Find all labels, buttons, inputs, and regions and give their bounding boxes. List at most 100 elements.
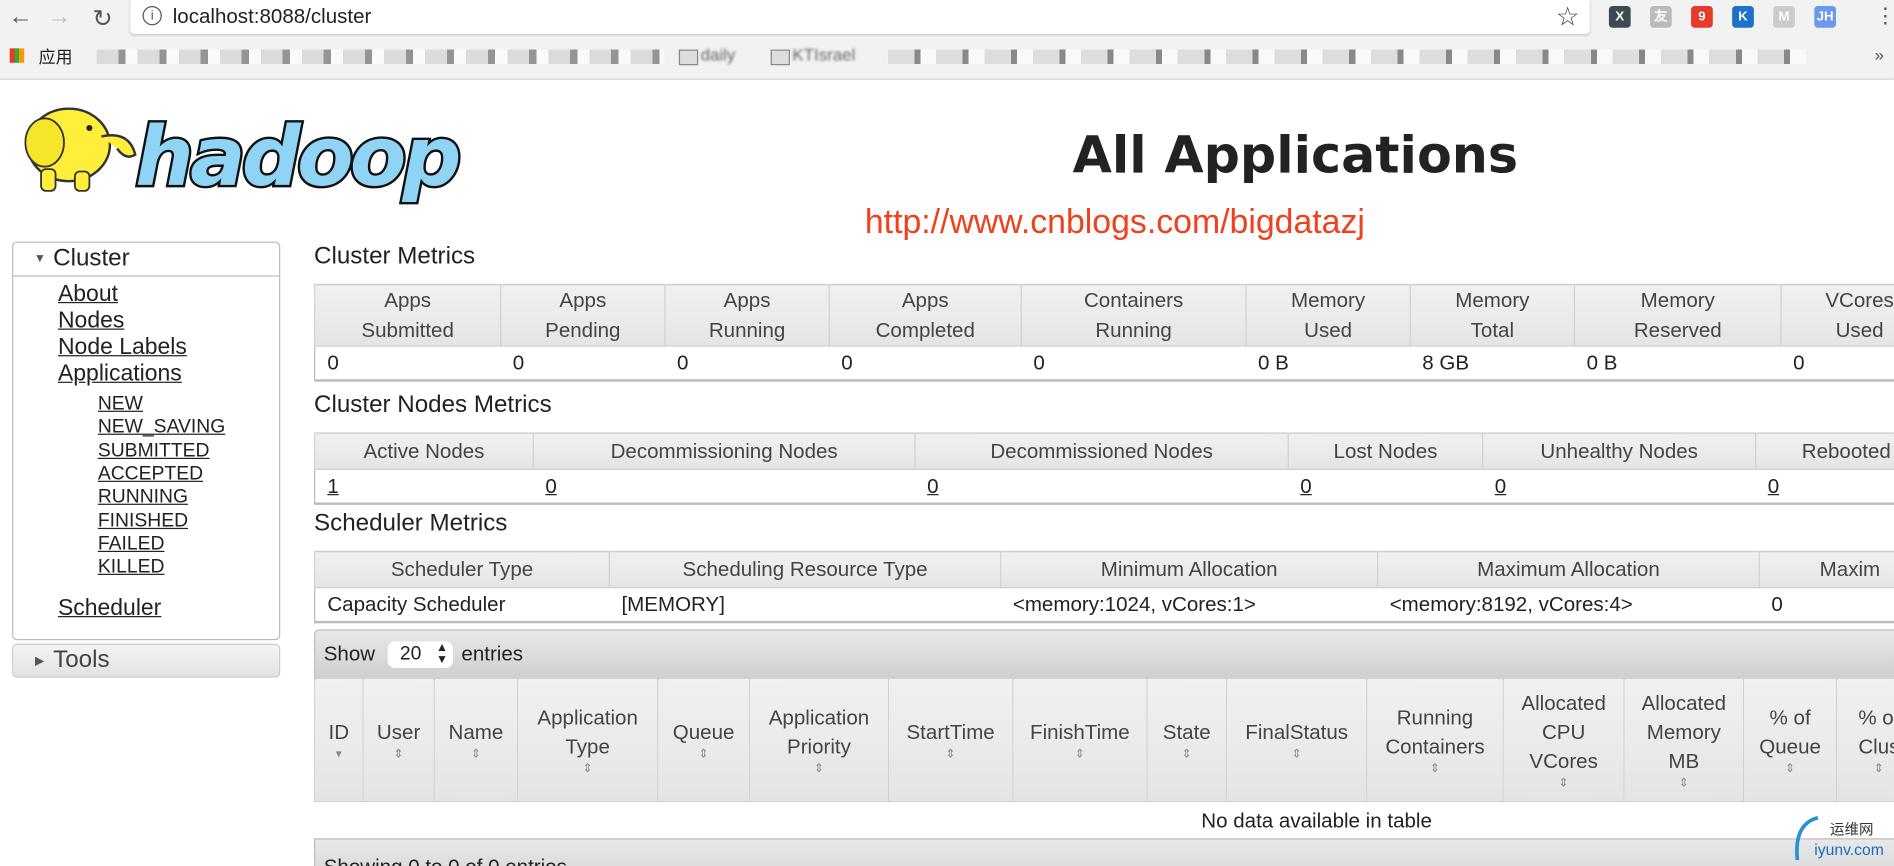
reload-icon[interactable]: ↻ [88, 4, 117, 34]
menu-icon[interactable]: ⋮ [1875, 4, 1894, 29]
cluster-metrics-title: Cluster Metrics [314, 242, 476, 270]
sidebar-link-finished[interactable]: FINISHED [98, 510, 188, 532]
tools-section-header[interactable]: ▶ Tools [12, 643, 281, 678]
apps-grid-icon[interactable] [9, 48, 25, 63]
column-header: Minimum Allocation [1000, 551, 1379, 589]
column-header-state[interactable]: State ⇕ [1146, 678, 1228, 803]
sort-both-icon[interactable]: ⇕ [1018, 747, 1141, 761]
header-line: Reserved [1633, 318, 1722, 342]
column-header--of-queue[interactable]: % of Queue ⇕ [1742, 678, 1838, 803]
sort-both-icon[interactable]: ⇕ [440, 747, 512, 761]
forward-icon[interactable]: → [45, 4, 74, 32]
sort-both-icon[interactable]: ⇕ [1372, 762, 1498, 776]
red-extension-icon[interactable]: 9 [1691, 6, 1713, 28]
sidebar-link-killed[interactable]: KILLED [98, 557, 165, 579]
tools-label: Tools [53, 646, 110, 673]
sidebar-link-running[interactable]: RUNNING [98, 487, 188, 509]
header-line: Memory [1290, 288, 1366, 312]
sort-both-icon[interactable]: ⇕ [523, 762, 652, 776]
info-icon[interactable]: i [142, 6, 162, 26]
back-icon[interactable]: ← [6, 4, 35, 32]
bookmark-star-icon[interactable]: ☆ [1556, 1, 1580, 32]
bookmark-daily[interactable]: daily [701, 45, 736, 64]
column-header-application-priority[interactable]: Application Priority ⇕ [748, 678, 890, 803]
column-header-allocated-cpu-vcores[interactable]: Allocated CPU VCores ⇕ [1502, 678, 1625, 803]
column-label: State [1162, 720, 1211, 744]
sort-both-icon[interactable]: ⇕ [368, 747, 428, 761]
column-label: Application Type [537, 706, 638, 758]
header-line: Pending [545, 318, 621, 342]
sort-both-icon[interactable]: ⇕ [1842, 762, 1894, 776]
sort-both-icon[interactable]: ⇕ [755, 762, 883, 776]
sort-both-icon[interactable]: ⇕ [1749, 762, 1831, 776]
header-line: Used [1304, 318, 1353, 342]
column-header: VCores Used [1780, 284, 1894, 347]
node-count-link[interactable]: 1 [327, 475, 338, 498]
table-cell: [MEMORY] [609, 587, 1001, 624]
column-header-starttime[interactable]: StartTime ⇕ [887, 678, 1014, 803]
header-line: Completed [875, 318, 975, 342]
sidebar-link-accepted[interactable]: ACCEPTED [98, 464, 203, 486]
column-header-user[interactable]: User ⇕ [362, 678, 435, 803]
sidebar-link-node-labels[interactable]: Node Labels [58, 335, 187, 362]
sort-both-icon[interactable]: ⇕ [663, 747, 744, 761]
select-arrows-icon: ▲ ▼ [436, 641, 449, 667]
node-count-link[interactable]: 0 [1300, 475, 1311, 498]
sidebar-link-new[interactable]: NEW [98, 394, 143, 416]
sidebar-link-scheduler[interactable]: Scheduler [58, 595, 161, 622]
column-header-finishtime[interactable]: FinishTime ⇕ [1012, 678, 1148, 803]
column-header-name[interactable]: Name ⇕ [433, 678, 519, 803]
header-row: Active Nodes Decommissioning Nodes Decommi… [314, 433, 1894, 470]
sidebar-link-applications[interactable]: Applications [58, 361, 182, 388]
cluster-metrics-table: Apps Submitted Apps Pending Apps Running Apps C… [314, 283, 1894, 382]
node-count-link[interactable]: 0 [545, 475, 556, 498]
x-extension-icon[interactable]: X [1608, 6, 1631, 28]
node-count-link[interactable]: 0 [927, 475, 938, 498]
k-extension-icon[interactable]: K [1732, 6, 1754, 28]
column-header-allocated-memory-mb[interactable]: Allocated Memory MB ⇕ [1623, 678, 1745, 803]
sort-both-icon[interactable]: ⇕ [1152, 747, 1221, 761]
column-header: Decommissioning Nodes [532, 433, 916, 470]
sort-both-icon[interactable]: ⇕ [894, 747, 1008, 761]
more-bookmarks-icon[interactable]: » [1875, 45, 1884, 64]
sidebar-link-submitted[interactable]: SUBMITTED [98, 440, 210, 462]
jh-extension-icon[interactable]: JH [1814, 6, 1837, 28]
header-line: Used [1835, 318, 1884, 342]
column-header-queue[interactable]: Queue ⇕ [657, 678, 751, 803]
shield-extension-icon[interactable]: 友 [1649, 6, 1672, 28]
column-header: Active Nodes [314, 433, 534, 470]
column-header-finalstatus[interactable]: FinalStatus ⇕ [1226, 678, 1368, 803]
address-bar[interactable]: i localhost:8088/cluster [130, 0, 1590, 34]
column-label: FinishTime [1030, 720, 1130, 744]
sidebar-link-nodes[interactable]: Nodes [58, 308, 124, 335]
sort-desc-icon[interactable]: ▾ [320, 747, 357, 761]
sidebar-link-new-saving[interactable]: NEW_SAVING [98, 417, 225, 439]
page-size-value: 20 [399, 643, 422, 665]
sort-both-icon[interactable]: ⇕ [1509, 776, 1619, 790]
node-count-link[interactable]: 0 [1768, 475, 1779, 498]
m-extension-icon[interactable]: M [1773, 6, 1795, 28]
bookmark-apps[interactable]: 应用 [39, 45, 73, 69]
scheduler-metrics-title: Scheduler Metrics [314, 509, 508, 537]
blurred-bookmarks[interactable] [96, 49, 665, 65]
sidebar-link-failed[interactable]: FAILED [98, 534, 165, 556]
sort-both-icon[interactable]: ⇕ [1232, 747, 1361, 761]
blurred-bookmarks[interactable] [887, 49, 1806, 65]
watermark-cn: 运维网 [1829, 821, 1874, 839]
node-count-link[interactable]: 0 [1495, 475, 1506, 498]
header-line: Running [708, 318, 786, 342]
sort-both-icon[interactable]: ⇕ [1629, 776, 1738, 790]
url-text[interactable]: localhost:8088/cluster [173, 5, 372, 29]
bookmark-ktisrael[interactable]: KTIsrael [792, 45, 855, 64]
column-header--of-clus[interactable]: % of Clus ⇕ [1836, 678, 1894, 803]
column-label: Application Priority [768, 706, 870, 758]
sidebar-link-about[interactable]: About [58, 281, 118, 308]
table-cell: Capacity Scheduler [314, 587, 610, 624]
column-header-application-type[interactable]: Application Type ⇕ [516, 678, 659, 803]
page-size-select[interactable]: 20 ▲ ▼ [387, 641, 453, 668]
column-header-running-containers[interactable]: Running Containers ⇕ [1366, 678, 1504, 803]
table-row: 000000 B8 GB 0 B0 [314, 346, 1894, 382]
cluster-section-header[interactable]: ▼ Cluster [13, 243, 280, 277]
column-header-id[interactable]: ID ▾ [314, 678, 364, 803]
table-cell: 0 [664, 346, 830, 382]
